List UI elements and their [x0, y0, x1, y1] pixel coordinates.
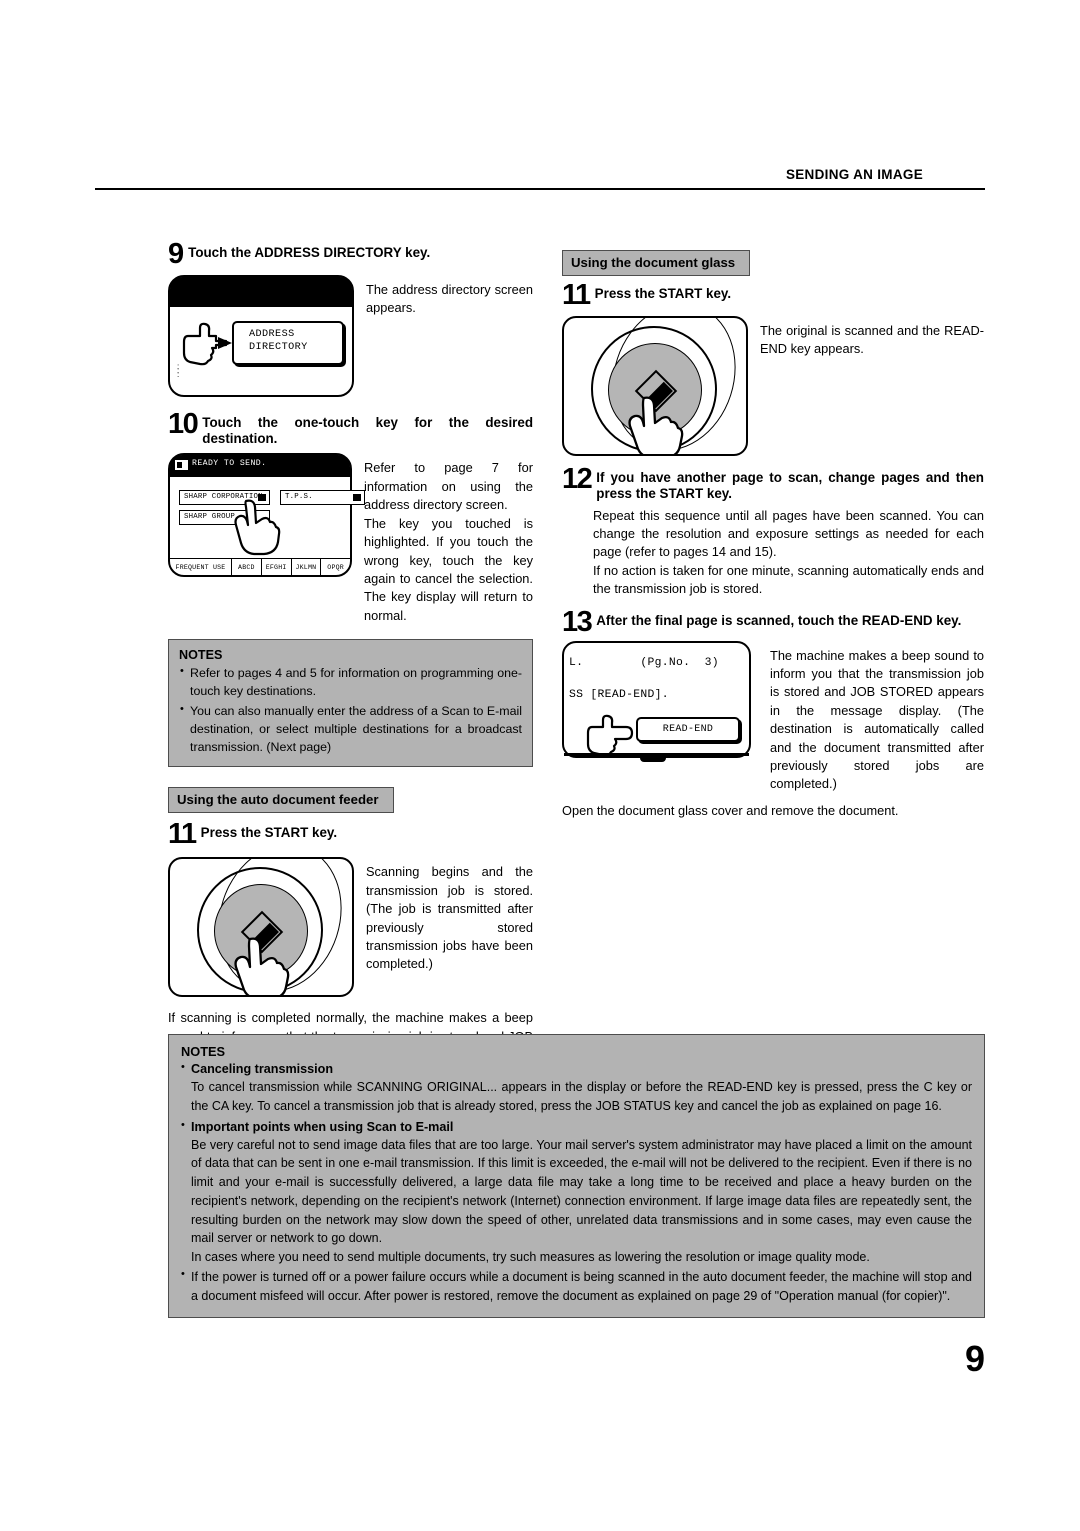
- lcd-message-line-2: SS [READ-END].: [569, 688, 669, 701]
- notes-box-bottom: NOTES Canceling transmission To cancel t…: [168, 1034, 985, 1319]
- step-9-figure-row: ADDRESS DIRECTORY ::: The address direct…: [168, 274, 533, 397]
- address-directory-key[interactable]: ADDRESS DIRECTORY: [232, 320, 344, 365]
- step-10-heading: 10 Touch the one-touch key for the desir…: [168, 407, 533, 448]
- lcd-dots-decor: :::: [177, 361, 180, 379]
- section-auto-document-feeder: Using the auto document feeder: [168, 787, 533, 814]
- pointing-hand-icon: [234, 937, 290, 996]
- lcd-title-bar: [170, 276, 352, 307]
- lcd-address-directory: ADDRESS DIRECTORY :::: [168, 274, 354, 397]
- section-bar-label: Using the document glass: [562, 250, 751, 277]
- note-body-scan-to-email: Be very careful not to send image data f…: [191, 1137, 972, 1246]
- section-bar-label: Using the auto document feeder: [168, 787, 394, 814]
- tab-opqr[interactable]: OPQR: [321, 559, 350, 575]
- step-11-right-title: Press the START key.: [594, 286, 732, 302]
- lcd-read-end-screen: L. (Pg.No. 3) SS [READ-END]. READ-END: [562, 640, 751, 758]
- step-11-left-side-text: Scanning begins and the transmission job…: [366, 864, 533, 972]
- lcd-message-line-1: L. (Pg.No. 3): [569, 656, 719, 669]
- note-item: You can also manually enter the address …: [179, 702, 522, 756]
- note-item-power-failure: If the power is turned off or a power fa…: [181, 1268, 972, 1306]
- notes-list: Refer to pages 4 and 5 for information o…: [179, 664, 522, 756]
- step-13-title: After the final page is scanned, touch t…: [596, 612, 962, 628]
- notes-title: NOTES: [179, 648, 223, 663]
- header-rule: [95, 187, 985, 190]
- address-directory-key-line1: ADDRESS: [249, 328, 295, 340]
- note-item-canceling: Canceling transmission: [181, 1061, 972, 1078]
- step-11-right-heading: 11 Press the START key.: [562, 279, 984, 312]
- step-10-side-text-block: Refer to page 7 for information on using…: [352, 453, 533, 625]
- step-11-left-number: 11: [168, 818, 197, 851]
- step-11-left-title: Press the START key.: [200, 825, 338, 841]
- mode-icon: [175, 460, 188, 471]
- section-document-glass: Using the document glass: [562, 250, 984, 277]
- note-body-canceling: To cancel transmission while SCANNING OR…: [191, 1080, 972, 1113]
- pointing-hand-icon: [628, 396, 684, 454]
- envelope-icon: [353, 494, 361, 502]
- address-directory-key-line2: DIRECTORY: [249, 341, 308, 353]
- step-10-number: 10: [168, 407, 199, 440]
- notes-box-one-touch: NOTES Refer to pages 4 and 5 for informa…: [168, 639, 533, 768]
- step-11-right-number: 11: [562, 279, 591, 312]
- step-10-side-text-1: Refer to page 7 for information on using…: [364, 460, 533, 513]
- notes-title: NOTES: [181, 1044, 226, 1059]
- note-heading: Canceling transmission: [191, 1062, 334, 1076]
- step-13-figure-row: L. (Pg.No. 3) SS [READ-END]. READ-END Th…: [562, 640, 984, 794]
- step-11-left-heading: 11 Press the START key.: [168, 818, 533, 851]
- lcd-stand-foot: [640, 756, 666, 762]
- note-body-power-failure: If the power is turned off or a power fa…: [191, 1269, 972, 1303]
- start-key-illustration: [168, 857, 354, 998]
- step-12-body-2: If no action is taken for one minute, sc…: [593, 562, 984, 597]
- left-column: 9 Touch the ADDRESS DIRECTORY key. ADDRE…: [168, 238, 533, 1065]
- step-10-title: Touch the one-touch key for the desired …: [202, 414, 533, 447]
- step-10-figure-row: READY TO SEND. SHARP CORPORATION T.P.S. …: [168, 453, 533, 625]
- lcd-status-text: READY TO SEND.: [192, 459, 267, 469]
- tab-abcd[interactable]: ABCD: [232, 559, 262, 576]
- step-12-heading: 12 If you have another page to scan, cha…: [562, 462, 984, 503]
- note-body-scan-to-email-2: In cases where you need to send multiple…: [191, 1250, 870, 1264]
- tab-frequent-use[interactable]: FREQUENT USE: [170, 559, 232, 576]
- start-key-illustration: [562, 315, 748, 456]
- page-header: SENDING AN IMAGE: [95, 167, 985, 190]
- step-9-heading: 9 Touch the ADDRESS DIRECTORY key.: [168, 238, 533, 270]
- pointing-hand-icon: [234, 499, 281, 556]
- step-12-title: If you have another page to scan, change…: [596, 469, 984, 502]
- read-end-key[interactable]: READ-END: [636, 716, 740, 742]
- step-13-side-text: The machine makes a beep sound to inform…: [770, 647, 984, 792]
- step-13-number: 13: [562, 605, 593, 638]
- step-11-right-side-text: The original is scanned and the READ-END…: [760, 322, 984, 357]
- note-heading: Important points when using Scan to E-ma…: [191, 1119, 454, 1134]
- lcd-status-bar: READY TO SEND.: [170, 455, 350, 478]
- tab-efghi[interactable]: EFGHI: [262, 559, 292, 576]
- running-title: SENDING AN IMAGE: [785, 167, 923, 182]
- lcd-address-directory-screen: READY TO SEND. SHARP CORPORATION T.P.S. …: [168, 453, 365, 578]
- step-9-side-text: The address directory screen appears.: [366, 281, 533, 316]
- step-9-number: 9: [168, 238, 184, 270]
- step-11-left-figure-row: Scanning begins and the transmission job…: [168, 857, 533, 998]
- note-item: Refer to pages 4 and 5 for information o…: [179, 664, 522, 700]
- page-number: 9: [964, 1338, 985, 1379]
- tab-jklmn[interactable]: JKLMN: [292, 559, 322, 576]
- step-12-body-1: Repeat this sequence until all pages hav…: [593, 507, 984, 560]
- lcd-read-end-wrapper: L. (Pg.No. 3) SS [READ-END]. READ-END: [562, 640, 758, 762]
- pointing-hand-icon: [586, 714, 634, 756]
- note-item-scan-to-email: Important points when using Scan to E-ma…: [181, 1119, 972, 1136]
- step-13-heading: 13 After the final page is scanned, touc…: [562, 605, 984, 638]
- step-11-right-figure-row: The original is scanned and the READ-END…: [562, 315, 984, 456]
- step-10-side-text-2: The key you touched is highlighted. If y…: [364, 515, 533, 623]
- step-13-after-text: Open the document glass cover and remove…: [562, 802, 899, 818]
- lcd-index-tabs: FREQUENT USE ABCD EFGHI JKLMN OPQR: [170, 558, 350, 576]
- read-end-key-label: READ-END: [662, 723, 714, 735]
- right-column: Using the document glass 11 Press the ST…: [562, 250, 984, 820]
- step-12-number: 12: [562, 462, 593, 495]
- one-touch-key-label: SHARP GROUP: [184, 513, 235, 522]
- pointing-hand-icon: [182, 322, 232, 366]
- step-9-title: Touch the ADDRESS DIRECTORY key.: [188, 245, 431, 260]
